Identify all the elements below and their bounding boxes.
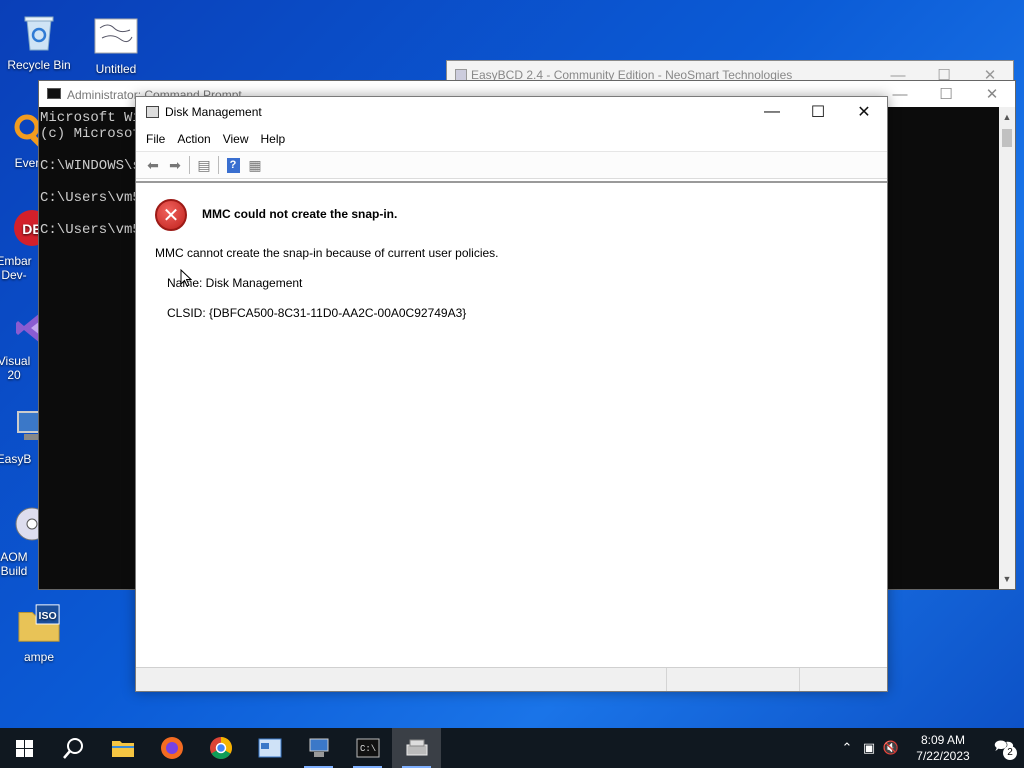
svg-text:C:\: C:\ (360, 744, 376, 754)
cmd-icon: C:\ (356, 738, 379, 758)
dm-content-pane: ✕ MMC could not create the snap-in. MMC … (136, 181, 887, 667)
start-button[interactable] (0, 728, 49, 768)
status-section (800, 668, 887, 691)
dm-window-title: Disk Management (165, 105, 262, 119)
back-arrow-icon[interactable]: ⬅ (142, 155, 164, 175)
firefox-icon (160, 737, 183, 759)
taskbar-file-explorer[interactable] (98, 728, 147, 768)
easybcd-icon (309, 738, 328, 757)
help-icon[interactable]: ? (222, 155, 244, 175)
notification-count-badge: 2 (1003, 746, 1017, 760)
volume-muted-icon[interactable]: 🔇 (880, 740, 902, 756)
desktop-icon-label: Untitled (95, 62, 137, 76)
show-hide-console-tree-icon[interactable]: ▤ (193, 155, 215, 175)
cmd-scrollbar[interactable]: ▲ ▼ (999, 107, 1015, 589)
desktop-icon-ampe[interactable]: ISO ampe (1, 602, 77, 664)
error-title: MMC could not create the snap-in. (202, 207, 398, 221)
properties-pane-icon[interactable]: ▦ (244, 155, 266, 175)
taskbar-chrome[interactable] (196, 728, 245, 768)
windows-logo-icon (16, 739, 33, 757)
status-section (667, 668, 800, 691)
dm-toolbar: ⬅ ➡ ▤ ? ▦ (136, 151, 887, 179)
scroll-down-icon[interactable]: ▼ (999, 571, 1015, 587)
iso-file-icon: ISO (17, 602, 61, 646)
taskbar-easybcd[interactable] (294, 728, 343, 768)
dm-statusbar (136, 667, 887, 691)
scroll-up-icon[interactable]: ▲ (999, 109, 1015, 125)
clock[interactable]: 8:09 AM 7/22/2023 (908, 732, 978, 764)
forward-arrow-icon[interactable]: ➡ (164, 155, 186, 175)
desktop-icon-label: Recycle Bin (7, 58, 71, 72)
desktop-icon-label: Embar Dev- (0, 254, 32, 282)
taskbar-app-window[interactable] (245, 728, 294, 768)
chevron-up-icon[interactable]: ⌃ (836, 740, 858, 756)
disk-management-icon (406, 739, 427, 756)
desktop-icon-label: EasyB (0, 452, 32, 466)
app-window-icon (258, 738, 281, 758)
desktop-icon-label: Visual 20 (0, 354, 31, 382)
recycle-bin-icon (17, 10, 61, 54)
menu-action[interactable]: Action (171, 132, 216, 146)
dm-menubar: File Action View Help (136, 127, 887, 151)
svg-text:ISO: ISO (39, 610, 57, 622)
cmd-icon (47, 88, 61, 99)
chrome-icon (209, 737, 232, 759)
desktop-icon-label: ampe (23, 650, 55, 664)
network-icon[interactable]: ▣ (858, 740, 880, 756)
menu-help[interactable]: Help (255, 132, 292, 146)
clock-date: 7/22/2023 (916, 749, 970, 763)
disk-management-window[interactable]: Disk Management — ☐ ✕ File Action View H… (135, 96, 888, 692)
system-tray: ⌃ ▣ 🔇 8:09 AM 7/22/2023 🗪 2 (836, 728, 1024, 768)
maximize-icon[interactable]: ☐ (923, 81, 969, 107)
notification-center-button[interactable]: 🗪 2 (984, 728, 1024, 768)
error-clsid: CLSID: {DBFCA500-8C31-11D0-AA2C-00A0C927… (167, 306, 467, 320)
taskbar-command-prompt[interactable]: C:\ (343, 728, 392, 768)
close-icon[interactable]: ✕ (969, 81, 1015, 107)
menu-file[interactable]: File (140, 132, 171, 146)
toolbar-separator (218, 156, 219, 174)
taskbar-firefox[interactable] (147, 728, 196, 768)
taskbar: C:\ ⌃ ▣ 🔇 8:09 AM 7/22/2023 🗪 2 (0, 728, 1024, 768)
status-section (136, 668, 667, 691)
search-icon (62, 738, 83, 759)
search-button[interactable] (49, 728, 98, 768)
desktop-icon-recycle-bin[interactable]: Recycle Bin (1, 10, 77, 72)
desktop-icon-label: AOM Build (0, 550, 28, 578)
close-button[interactable]: ✕ (841, 97, 887, 127)
error-message: MMC cannot create the snap-in because of… (155, 246, 499, 260)
error-icon: ✕ (155, 199, 187, 231)
clock-time: 8:09 AM (920, 733, 966, 747)
taskbar-disk-management[interactable] (392, 728, 441, 768)
image-file-icon (94, 14, 138, 58)
scroll-thumb[interactable] (1002, 129, 1012, 147)
minimize-button[interactable]: — (749, 97, 795, 127)
dm-titlebar[interactable]: Disk Management — ☐ ✕ (136, 97, 887, 127)
menu-view[interactable]: View (217, 132, 255, 146)
toolbar-separator (189, 156, 190, 174)
maximize-button[interactable]: ☐ (795, 97, 841, 127)
desktop-icon-untitled[interactable]: Untitled (78, 14, 154, 76)
disk-management-icon (146, 106, 159, 118)
folder-icon (111, 741, 134, 757)
mouse-cursor (180, 269, 192, 287)
